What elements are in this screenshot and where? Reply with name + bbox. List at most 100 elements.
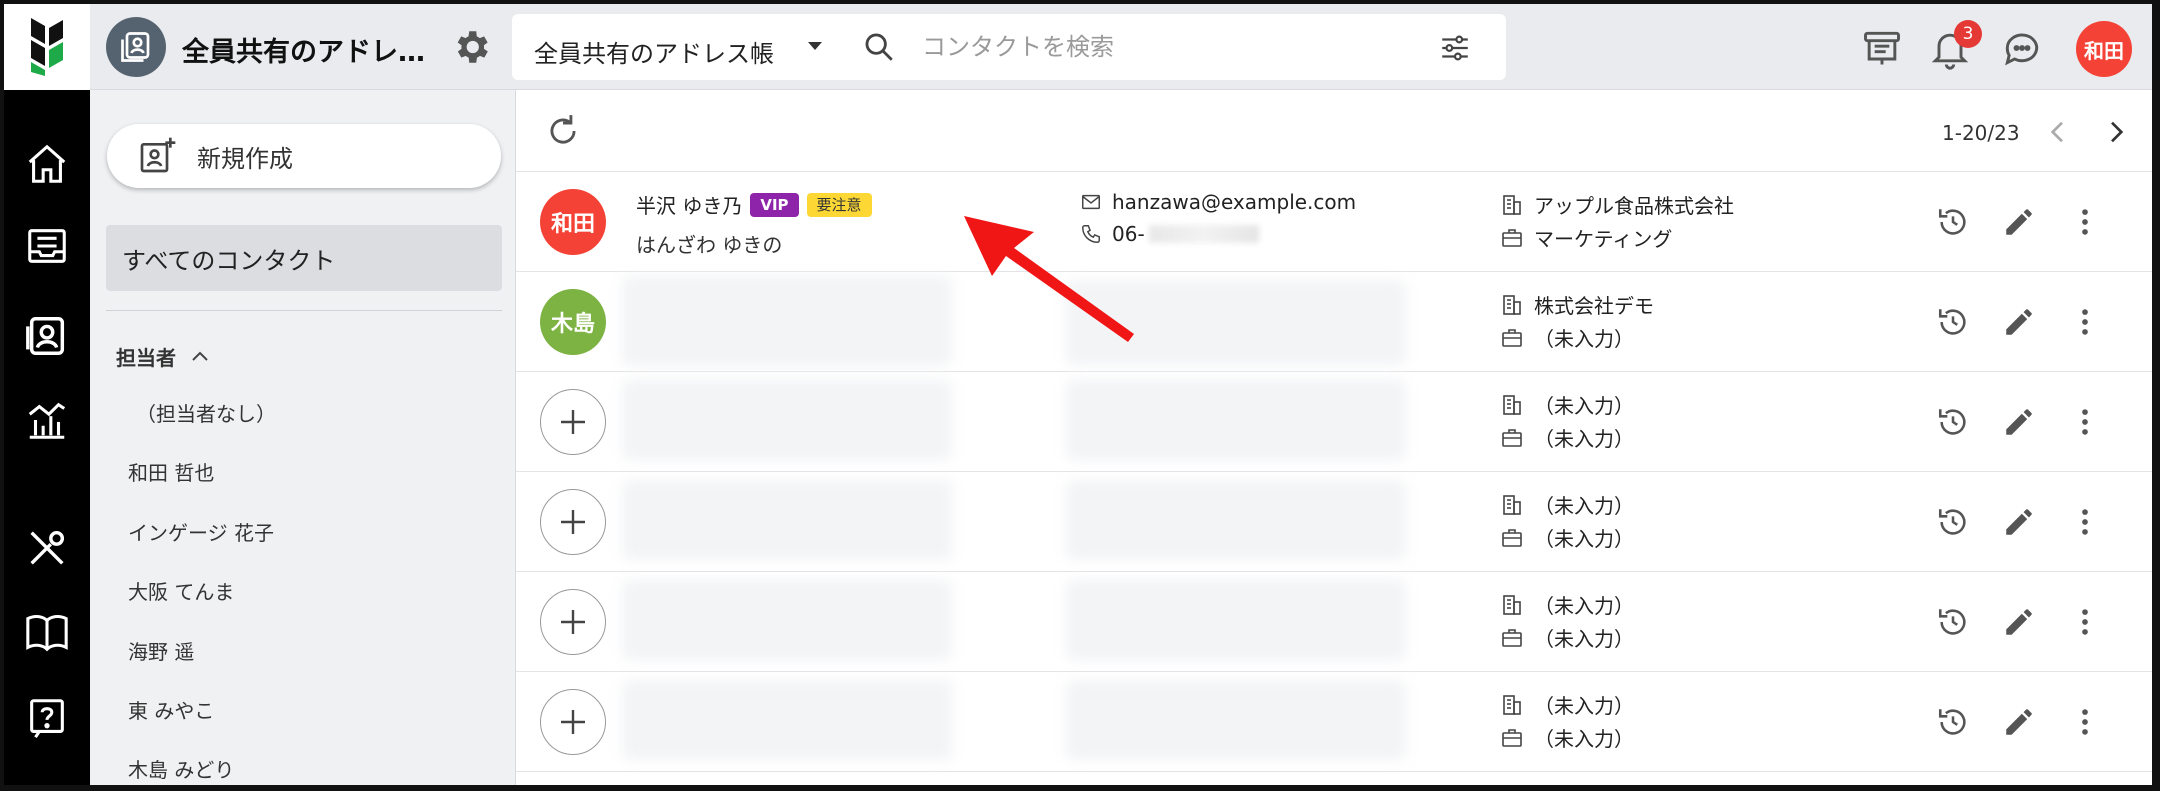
briefcase-icon: [1502, 528, 1522, 547]
more-vertical-icon[interactable]: [2068, 505, 2102, 539]
company-line: アップル食品株式会社: [1500, 190, 1734, 219]
more-vertical-icon[interactable]: [2068, 705, 2102, 739]
briefcase-icon: [1502, 428, 1522, 447]
redacted-name: [622, 580, 952, 660]
company-line: （未入力）: [1500, 590, 1634, 619]
add-contact-icon: [140, 137, 176, 173]
contact-search-input[interactable]: [922, 28, 1402, 66]
history-icon[interactable]: [1936, 205, 1970, 239]
nav-tools[interactable]: [4, 518, 90, 578]
more-vertical-icon[interactable]: [2068, 305, 2102, 339]
pencil-icon[interactable]: [2002, 205, 2036, 239]
left-rail: [4, 4, 90, 785]
pencil-icon[interactable]: [2002, 305, 2036, 339]
table-row[interactable]: 和田 半沢 ゆき乃 VIP 要注意 はんざわ ゆきの hanzawa@examp…: [516, 172, 2152, 272]
more-vertical-icon[interactable]: [2068, 405, 2102, 439]
gear-icon[interactable]: [450, 26, 492, 68]
owner-item[interactable]: （担当者なし）: [136, 398, 276, 427]
annotation-arrow: [964, 216, 1134, 342]
company-line: （未入力）: [1500, 690, 1634, 719]
department-line: （未入力）: [1500, 623, 1634, 652]
more-vertical-icon[interactable]: [2068, 205, 2102, 239]
redacted-name: [622, 480, 952, 560]
contact-email[interactable]: hanzawa@example.com: [1112, 190, 1356, 214]
owner-section-label: 担当者: [116, 346, 176, 370]
vip-tag: VIP: [750, 192, 799, 217]
book-icon: [26, 614, 68, 652]
department-line: マーケティング: [1500, 223, 1672, 252]
pencil-icon[interactable]: [2002, 705, 2036, 739]
phone-redacted: [1148, 225, 1259, 243]
address-book-avatar: [106, 17, 166, 77]
building-icon: [1503, 294, 1521, 315]
contact-company: 株式会社デモ: [1534, 294, 1654, 318]
chevron-down-icon[interactable]: [808, 42, 822, 50]
redacted-contact: [1066, 480, 1406, 560]
building-icon: [1503, 494, 1521, 515]
redacted-name: [622, 680, 952, 760]
refresh-icon[interactable]: [544, 112, 582, 150]
tools-icon: [30, 530, 65, 565]
contact-list-panel: 1-20/23 和田 半沢 ゆき乃 VIP 要注意 はんざわ ゆきの hanza…: [516, 90, 2152, 785]
pagination-range: 1-20/23: [1942, 121, 2020, 145]
company-line: （未入力）: [1500, 490, 1634, 519]
contact-department: マーケティング: [1534, 227, 1673, 251]
caution-tag: 要注意: [806, 192, 872, 217]
company-line: 株式会社デモ: [1500, 290, 1654, 319]
history-icon[interactable]: [1936, 505, 1970, 539]
all-contacts-item[interactable]: すべてのコンタクト: [106, 225, 502, 291]
history-icon[interactable]: [1936, 605, 1970, 639]
history-icon[interactable]: [1936, 305, 1970, 339]
presentation-board-icon[interactable]: [1860, 26, 1904, 70]
top-bar: 全員共有のアドレ… 全員共有のアドレス帳 3 和田: [90, 4, 2152, 90]
chevron-left-icon[interactable]: [2042, 116, 2074, 148]
pencil-icon[interactable]: [2002, 405, 2036, 439]
nav-guide[interactable]: [4, 602, 90, 662]
add-avatar-button[interactable]: [540, 589, 606, 655]
add-avatar-button[interactable]: [540, 689, 606, 755]
pencil-icon[interactable]: [2002, 505, 2036, 539]
chevron-right-icon[interactable]: [2100, 116, 2132, 148]
nav-home[interactable]: [4, 134, 90, 194]
app-logo[interactable]: [4, 4, 90, 90]
owner-item[interactable]: 大阪 てんま: [128, 576, 234, 605]
department-line: （未入力）: [1500, 323, 1634, 352]
filter-settings-icon[interactable]: [1438, 31, 1472, 65]
redacted-contact: [1066, 680, 1406, 760]
add-avatar-button[interactable]: [540, 389, 606, 455]
add-avatar-button[interactable]: [540, 489, 606, 555]
history-icon[interactable]: [1936, 405, 1970, 439]
pencil-icon[interactable]: [2002, 605, 2036, 639]
nav-contacts[interactable]: [4, 306, 90, 366]
nav-analytics[interactable]: [4, 390, 90, 450]
contact-avatar: 木島: [540, 289, 606, 355]
department-line: （未入力）: [1500, 423, 1634, 452]
new-contact-button[interactable]: 新規作成: [107, 124, 501, 188]
contact-department: （未入力）: [1534, 527, 1634, 551]
history-icon[interactable]: [1936, 705, 1970, 739]
redacted-contact: [1066, 580, 1406, 660]
redacted-name: [622, 380, 952, 460]
sidebar-divider: [106, 310, 502, 311]
owner-item[interactable]: 和田 哲也: [128, 457, 214, 486]
user-avatar[interactable]: 和田: [2076, 21, 2132, 77]
building-icon: [1503, 594, 1521, 615]
chat-icon[interactable]: [2000, 26, 2044, 70]
nav-inbox[interactable]: [4, 216, 90, 276]
analytics-icon: [28, 402, 66, 439]
contact-kana: はんざわ ゆきの: [636, 233, 783, 257]
owner-section-header[interactable]: 担当者: [116, 342, 212, 371]
building-icon: [1503, 394, 1521, 415]
owner-item[interactable]: 木島 みどり: [128, 754, 234, 783]
owner-item[interactable]: 東 みやこ: [128, 695, 214, 724]
briefcase-icon: [1502, 228, 1522, 247]
chevron-up-icon: [192, 351, 208, 361]
nav-help[interactable]: [4, 688, 90, 748]
contacts-icon: [26, 317, 65, 355]
owner-item[interactable]: インゲージ 花子: [128, 517, 274, 546]
owner-item[interactable]: 海野 遥: [128, 636, 194, 665]
more-vertical-icon[interactable]: [2068, 605, 2102, 639]
address-book-select[interactable]: 全員共有のアドレス帳: [534, 34, 774, 69]
app-window: 全員共有のアドレ… 全員共有のアドレス帳 3 和田 新規作成 すべてのコンタクト…: [4, 4, 2152, 785]
address-book-icon: [121, 32, 150, 62]
